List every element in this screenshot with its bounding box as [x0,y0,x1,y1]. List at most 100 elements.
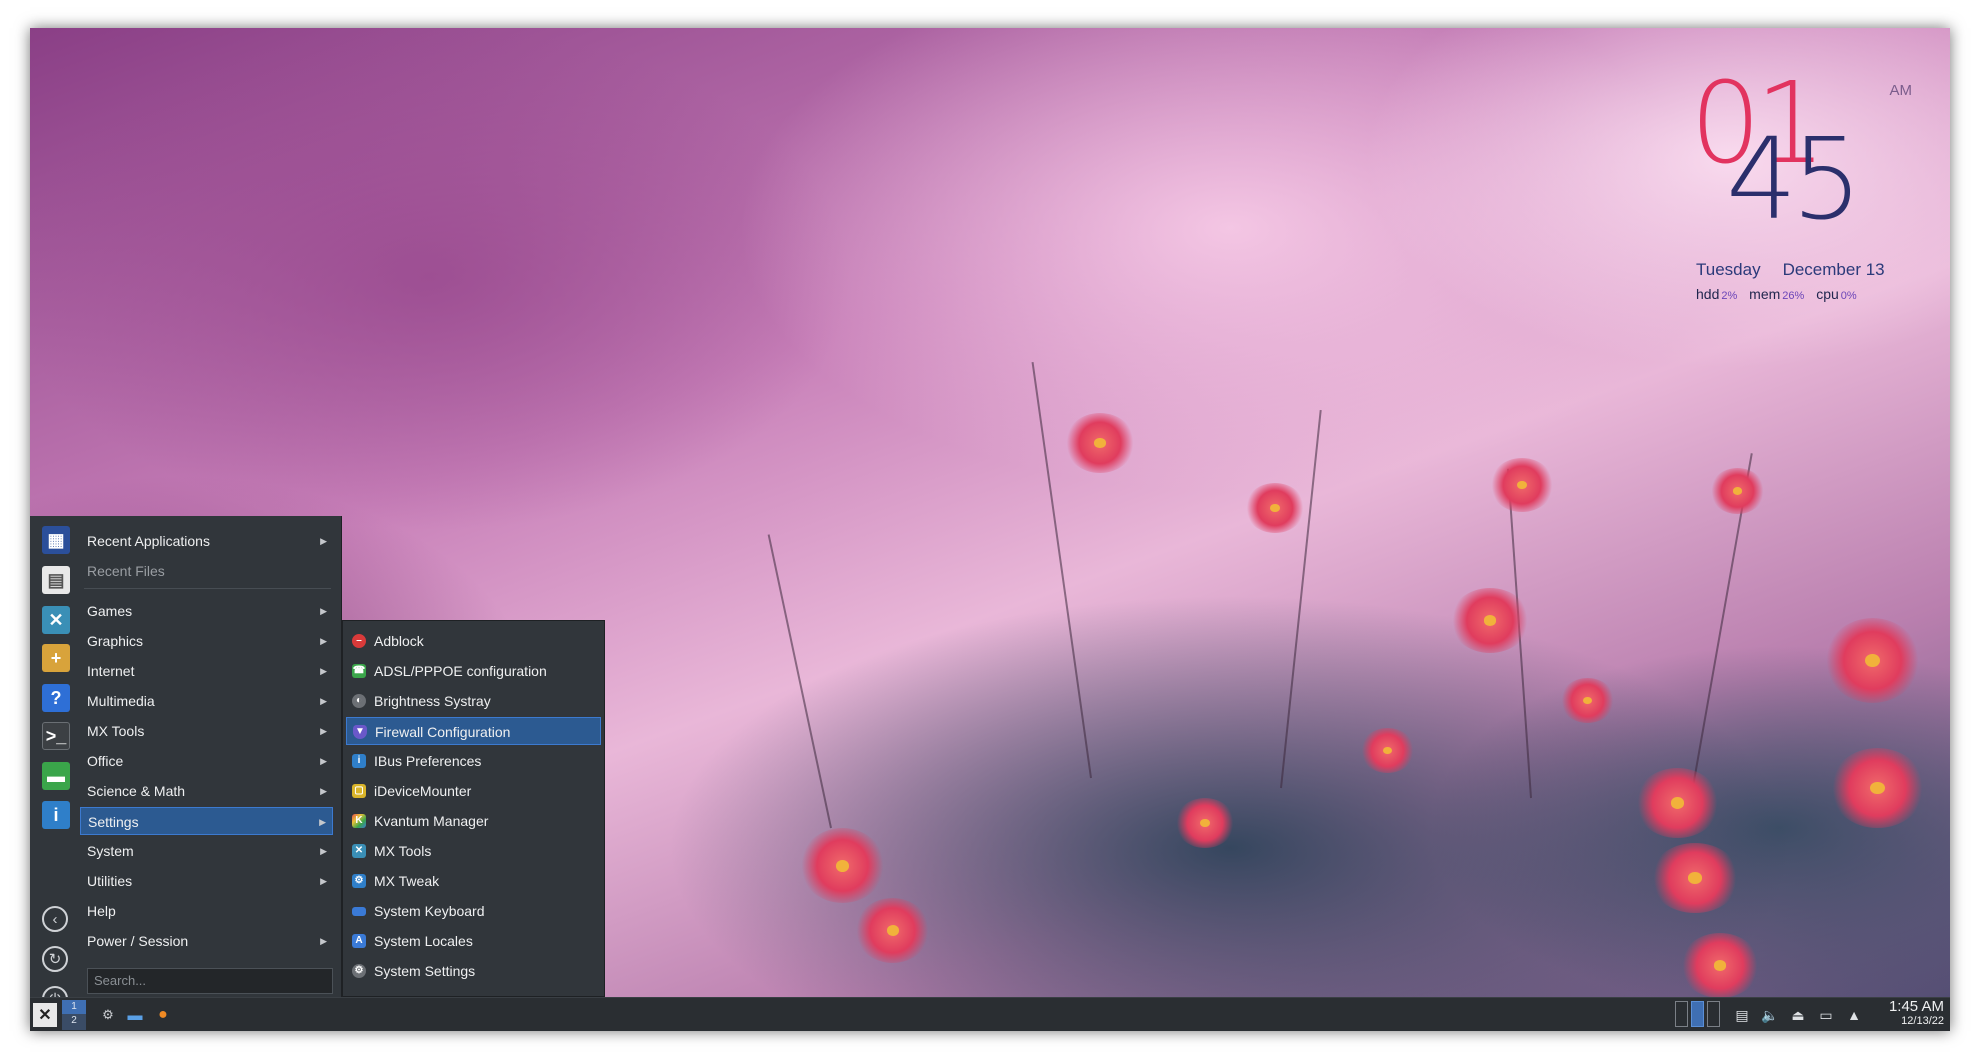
mx-tools-icon: ✕ [352,844,366,858]
virtual-desktop-3[interactable] [1707,1001,1720,1027]
submenu-item-label: iDeviceMounter [374,783,472,799]
menu-item-label: Graphics [87,633,144,649]
submenu-item-label: ADSL/PPPOE configuration [374,663,547,679]
taskbar-time: 1:45 AM [1888,998,1944,1015]
taskbar-clock[interactable]: 1:45 AM 12/13/22 [1889,999,1944,1028]
submenu-item-label: System Locales [374,933,473,949]
taskbar-date: 12/13/22 [1901,1015,1944,1027]
menu-search-input[interactable]: Search... [87,968,333,994]
submenu-item-label: Adblock [374,633,424,649]
desktop: 01 45 AM Tuesday December 13 hdd 2% mem 26%… [30,28,1950,1031]
menu-help[interactable]: Help [80,897,333,925]
logout-icon[interactable]: ‹ [42,906,68,932]
menu-recent-files: Recent Files [80,557,333,585]
submenu-item-label: Kvantum Manager [374,813,489,829]
stat-hdd-value: 2% [1721,290,1738,302]
virtual-desktop-1[interactable] [1675,1001,1688,1027]
control-centre-icon[interactable]: ▦ [42,526,70,554]
virtual-desktop-2[interactable] [1691,1001,1704,1027]
system-stats: hdd 2% mem 26% cpu 0% [1696,286,1865,302]
submenu-mx-tweak[interactable]: ⚙ MX Tweak [346,867,601,895]
adblock-icon: – [352,634,366,648]
settings-submenu: – Adblock ☎ ADSL/PPPOE configuration ◐ Brig… [342,620,605,997]
submenu-mx-tools[interactable]: ✕ MX Tools [346,837,601,865]
chevron-right-icon: ▶ [320,666,327,676]
mx-tools-icon[interactable]: ✕ [42,606,70,634]
stat-hdd-label: hdd [1696,286,1720,302]
settings-icon: ⚙ [352,964,366,978]
restart-icon[interactable]: ↻ [42,946,68,972]
submenu-item-label: IBus Preferences [374,753,482,769]
submenu-item-label: System Keyboard [374,903,485,919]
usb-icon[interactable]: ⏏ [1788,1005,1808,1025]
package-installer-icon[interactable]: + [42,644,70,672]
menu-item-label: Science & Math [87,783,186,799]
chevron-right-icon: ▶ [320,876,327,886]
submenu-brightness-systray[interactable]: ◐ Brightness Systray [346,687,601,715]
menu-separator [84,588,331,589]
network-tray-icon[interactable]: ▭ [1816,1005,1836,1025]
chevron-right-icon: ▶ [320,636,327,646]
menu-settings[interactable]: Settings ▶ [80,807,333,835]
menu-graphics[interactable]: Graphics ▶ [80,627,333,655]
kvantum-icon: K [352,814,366,828]
terminal-icon[interactable]: >_ [42,722,70,750]
submenu-item-label: MX Tools [374,843,432,859]
stat-mem-label: mem [1749,286,1781,302]
submenu-firewall-configuration[interactable]: ▼ Firewall Configuration [346,717,601,745]
info-icon: i [352,754,366,768]
menu-multimedia[interactable]: Multimedia ▶ [80,687,333,715]
submenu-item-label: MX Tweak [374,873,440,889]
workspace-2[interactable]: 2 [62,1014,86,1028]
chevron-right-icon: ▶ [320,696,327,706]
device-icon: ▢ [352,784,366,798]
workspace-pager[interactable]: 1 2 [62,1000,86,1030]
text-editor-icon[interactable]: ▤ [42,566,70,594]
submenu-item-label: Brightness Systray [374,693,491,709]
help-icon[interactable]: ? [42,684,70,712]
menu-item-label: Internet [87,663,135,679]
submenu-adsl-pppoe[interactable]: ☎ ADSL/PPPOE configuration [346,657,601,685]
firefox-icon[interactable]: ● [152,1003,174,1027]
mx-menu-button-icon[interactable]: ✕ [33,1003,57,1027]
stat-mem-value: 26% [1782,290,1805,302]
menu-item-label: Settings [88,814,139,830]
clock-weekday: Tuesday [1696,260,1761,279]
menu-system[interactable]: System ▶ [80,837,333,865]
chevron-right-icon: ▶ [320,936,327,946]
menu-utilities[interactable]: Utilities ▶ [80,867,333,895]
submenu-ibus-preferences[interactable]: i IBus Preferences [346,747,601,775]
stat-cpu-label: cpu [1816,286,1839,302]
submenu-adblock[interactable]: – Adblock [346,627,601,655]
menu-item-label: MX Tools [87,723,145,739]
submenu-system-locales[interactable]: A System Locales [346,927,601,955]
menu-item-label: Office [87,753,124,769]
keyboard-icon [352,907,366,916]
submenu-idevicemounter[interactable]: ▢ iDeviceMounter [346,777,601,805]
menu-games[interactable]: Games ▶ [80,597,333,625]
file-manager-icon[interactable]: ▬ [42,762,70,790]
application-menu: ▦ ▤ ✕ + ? >_ ▬ i ‹ ↻ ⏻ Recent Applicatio… [30,516,342,1012]
menu-power-session[interactable]: Power / Session ▶ [80,927,333,955]
clipboard-icon[interactable]: ▤ [1732,1005,1752,1025]
menu-recent-applications[interactable]: Recent Applications ▶ [80,527,333,555]
chevron-right-icon: ▶ [320,786,327,796]
submenu-item-label: System Settings [374,963,476,979]
submenu-system-keyboard[interactable]: System Keyboard [346,897,601,925]
submenu-kvantum-manager[interactable]: K Kvantum Manager [346,807,601,835]
show-hidden-icons-icon[interactable]: ▲ [1844,1005,1864,1025]
settings-launcher-icon[interactable]: ⚙ [98,1003,118,1027]
submenu-system-settings[interactable]: ⚙ System Settings [346,957,601,985]
menu-internet[interactable]: Internet ▶ [80,657,333,685]
chevron-right-icon: ▶ [320,756,327,766]
quick-system-info-icon[interactable]: i [42,801,70,829]
clock-date: Tuesday December 13 [1696,260,1907,280]
menu-mx-tools[interactable]: MX Tools ▶ [80,717,333,745]
menu-science-math[interactable]: Science & Math ▶ [80,777,333,805]
workspace-1[interactable]: 1 [62,1000,86,1014]
menu-item-label: Utilities [87,873,133,889]
volume-icon[interactable]: 🔈 [1760,1005,1780,1025]
file-manager-launcher-icon[interactable]: ▬ [124,1003,146,1027]
locale-icon: A [352,934,366,948]
menu-office[interactable]: Office ▶ [80,747,333,775]
